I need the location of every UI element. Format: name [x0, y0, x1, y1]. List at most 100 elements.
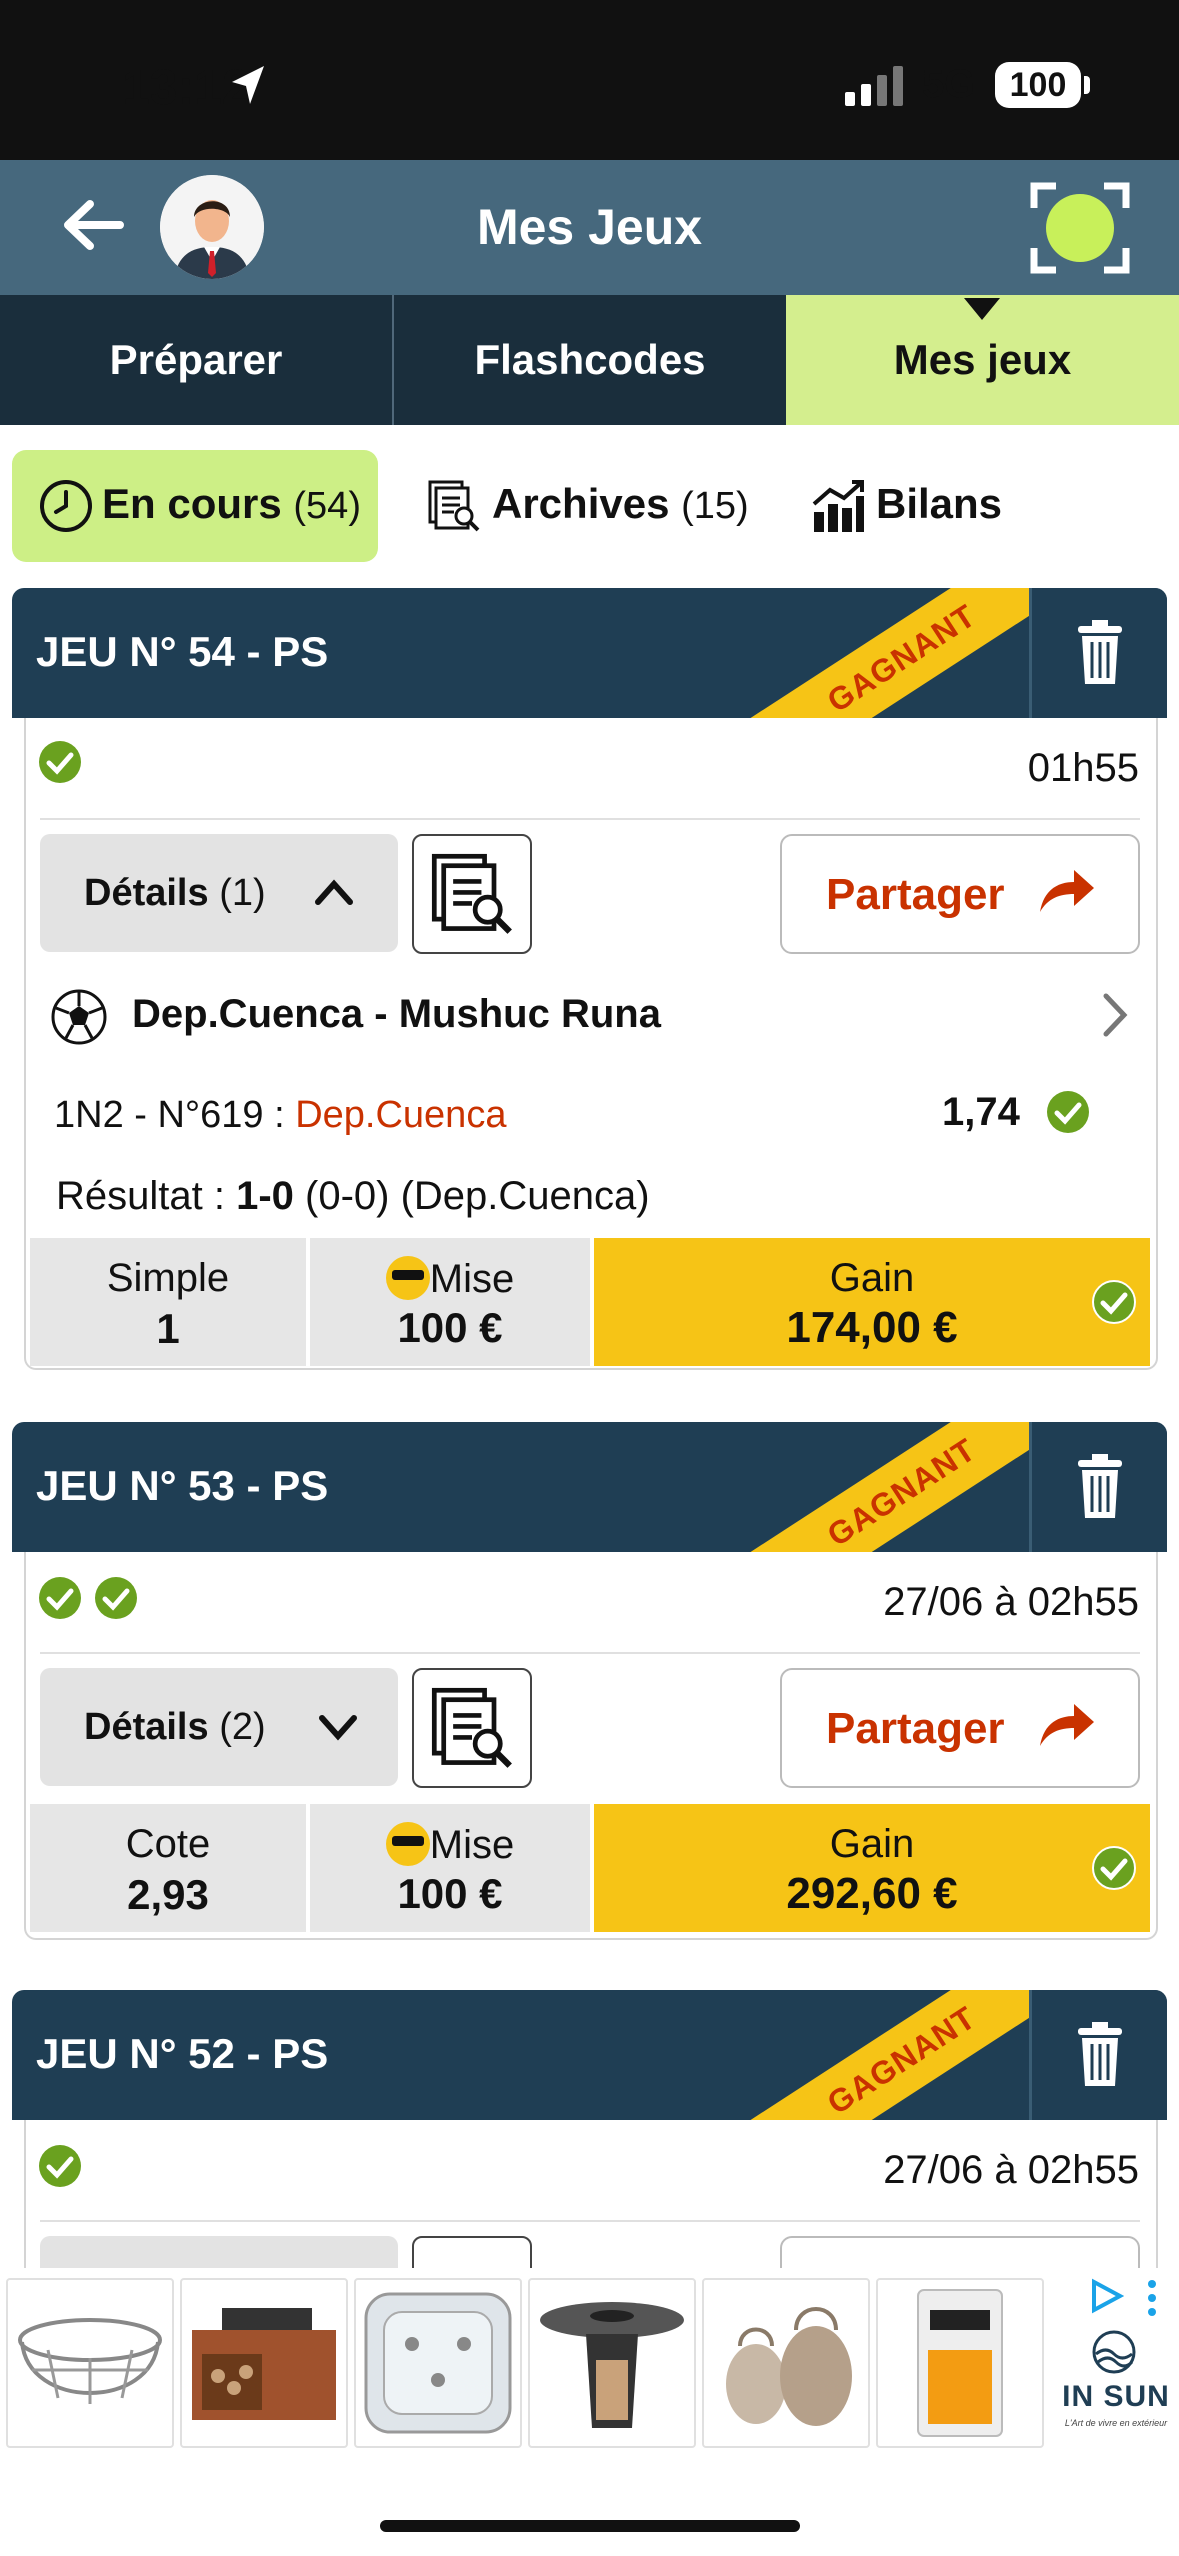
- bet-type: 1N2 - N°619 :: [54, 1094, 285, 1136]
- gain-label: Gain: [829, 1822, 915, 1866]
- ad-product-table[interactable]: [528, 2278, 696, 2448]
- ad-product-basket[interactable]: [6, 2278, 174, 2448]
- chevron-right-icon[interactable]: [1100, 992, 1130, 1038]
- details-count: (1): [219, 872, 266, 914]
- sunglasses-emoji-icon: [385, 1822, 430, 1866]
- battery-tip: [1084, 76, 1090, 94]
- type-label: Simple: [106, 1256, 230, 1300]
- delete-button[interactable]: [1029, 588, 1167, 718]
- ad-product-brazier[interactable]: [180, 2278, 348, 2448]
- product-image-icon: [192, 2308, 336, 2420]
- result-score: 1-0: [236, 1174, 294, 1218]
- ticket-search-button[interactable]: [412, 834, 532, 954]
- delete-button[interactable]: [1029, 1990, 1167, 2120]
- product-image-icon: [18, 2318, 162, 2404]
- delete-button[interactable]: [1029, 1422, 1167, 1552]
- share-arrow-icon: [1040, 1704, 1094, 1746]
- type-value: 2,93: [127, 1871, 209, 1918]
- product-image-icon: [364, 2292, 512, 2434]
- gain-label: Gain: [829, 1256, 915, 1300]
- bet-choice: Dep.Cuenca: [295, 1094, 507, 1136]
- check-icon: [39, 741, 81, 783]
- details-count: (2): [219, 1706, 266, 1748]
- check-icon: [39, 1577, 81, 1619]
- details-label: Détails: [84, 872, 209, 914]
- document-search-icon: [431, 1687, 512, 1768]
- tab-flashcodes[interactable]: Flashcodes: [394, 295, 786, 425]
- winner-ribbon: GAGNANT: [724, 1422, 1080, 1552]
- more-options-icon[interactable]: [1146, 2278, 1158, 2318]
- odds-cell: Cote 2,93: [30, 1804, 306, 1932]
- game-card-header: JEU N° 52 - PS GAGNANT: [12, 1990, 1167, 2120]
- share-button[interactable]: Partager: [780, 1668, 1140, 1788]
- divider: [40, 818, 1140, 820]
- chart-icon[interactable]: [810, 478, 866, 534]
- trash-icon: [1078, 2022, 1122, 2086]
- ad-product-spa[interactable]: [354, 2278, 522, 2448]
- details-button[interactable]: Détails (2): [40, 1668, 398, 1786]
- game-title: JEU N° 54 - PS: [36, 628, 329, 675]
- ticket-search-button[interactable]: [412, 1668, 532, 1788]
- winner-ribbon: GAGNANT: [724, 1990, 1080, 2120]
- check-icon: [1092, 1846, 1136, 1890]
- product-image-icon: [726, 2307, 852, 2426]
- stake-value: 100 €: [397, 1304, 503, 1351]
- product-image-icon: [917, 2289, 1003, 2437]
- ad-brand-tagline: L'Art de vivre en extérieur: [1064, 2418, 1168, 2428]
- match-name[interactable]: Dep.Cuenca - Mushuc Runa: [132, 992, 661, 1037]
- ad-brand-name: IN SUN: [1062, 2380, 1170, 2413]
- game-time: 27/06 à 02h55: [883, 2148, 1139, 2192]
- result-label: Résultat :: [56, 1174, 225, 1218]
- signal-icon: [845, 66, 903, 106]
- divider: [40, 2220, 1140, 2222]
- winner-ribbon: GAGNANT: [724, 588, 1080, 718]
- chevron-down-icon: [319, 1715, 357, 1741]
- subtab-archives-count: (15): [681, 485, 749, 527]
- chevron-up-icon: [315, 879, 353, 905]
- active-tab-pointer: [964, 298, 1000, 320]
- tab-preparer[interactable]: Préparer: [0, 295, 392, 425]
- network-label: 5G: [922, 62, 976, 106]
- gain-value: 292,60 €: [786, 1869, 958, 1918]
- stake-cell: Mise 100 €: [310, 1804, 590, 1932]
- gain-value: 174,00 €: [786, 1303, 958, 1352]
- home-indicator[interactable]: [380, 2520, 800, 2532]
- trash-icon: [1078, 620, 1122, 684]
- check-icon: [39, 2145, 81, 2187]
- stake-label: Mise: [429, 1823, 515, 1867]
- game-title: JEU N° 53 - PS: [36, 1462, 329, 1509]
- details-button[interactable]: Détails (1): [40, 834, 398, 952]
- soccer-ball-icon: [51, 989, 107, 1045]
- check-icon: [1047, 1091, 1089, 1133]
- stake-value: 100 €: [397, 1870, 503, 1917]
- subtab-archives-label[interactable]: Archives: [492, 480, 669, 527]
- game-time: 01h55: [1027, 746, 1139, 790]
- sunglasses-emoji-icon: [385, 1256, 430, 1300]
- ad-product-bag[interactable]: [876, 2278, 1044, 2448]
- product-image-icon: [540, 2302, 684, 2428]
- brand-logo-icon: [1092, 2330, 1136, 2374]
- stake-cell: Mise 100 €: [310, 1238, 590, 1366]
- archives-icon[interactable]: [426, 478, 482, 534]
- share-button[interactable]: Partager: [780, 834, 1140, 954]
- gain-cell: Gain 292,60 €: [594, 1804, 1150, 1932]
- check-icon: [95, 1577, 137, 1619]
- clock-icon: [40, 480, 92, 532]
- bet-type-cell: Simple 1: [30, 1238, 306, 1366]
- ad-product-lanterns[interactable]: [702, 2278, 870, 2448]
- game-title: JEU N° 52 - PS: [36, 2030, 329, 2077]
- bet-odds: 1,74: [942, 1090, 1020, 1134]
- subtab-bilans[interactable]: Bilans: [876, 480, 1002, 528]
- divider: [40, 1652, 1140, 1654]
- location-arrow-icon: [232, 66, 264, 104]
- type-value: 1: [156, 1305, 180, 1352]
- share-label: Partager: [826, 870, 1005, 919]
- share-arrow-icon: [1040, 870, 1094, 912]
- details-label: Détails: [84, 1706, 209, 1748]
- share-label: Partager: [826, 1704, 1005, 1753]
- ad-choices-icon[interactable]: [1088, 2278, 1124, 2314]
- scan-icon[interactable]: [1030, 180, 1130, 276]
- document-search-icon: [431, 853, 512, 934]
- subtab-en-cours-count: (54): [293, 485, 361, 527]
- battery-indicator: 100: [995, 62, 1081, 108]
